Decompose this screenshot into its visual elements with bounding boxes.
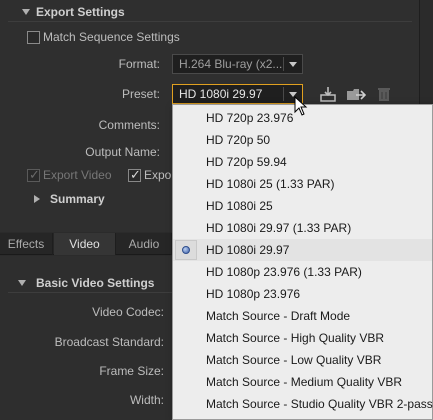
format-value: H.264 Blu-ray (x2... bbox=[179, 57, 283, 71]
preset-select[interactable]: HD 1080i 29.97 bbox=[172, 84, 303, 104]
menu-item-label: HD 1080i 29.97 (1.33 PAR) bbox=[206, 221, 352, 235]
export-audio-checkbox[interactable] bbox=[128, 167, 141, 183]
menu-item-label: Match Source - Low Quality VBR bbox=[206, 353, 382, 367]
menu-item-preset-selected[interactable]: HD 1080i 29.97 bbox=[173, 239, 432, 261]
comments-label: Comments: bbox=[98, 118, 160, 132]
basic-video-title: Basic Video Settings bbox=[36, 276, 155, 290]
summary-title[interactable]: Summary bbox=[50, 192, 105, 206]
match-sequence-checkbox[interactable] bbox=[27, 31, 40, 44]
menu-item-preset[interactable]: Match Source - Low Quality VBR bbox=[173, 349, 432, 371]
export-settings-title: Export Settings bbox=[36, 5, 125, 19]
menu-item-label: HD 720p 50 bbox=[206, 133, 271, 147]
menu-item-label: HD 1080p 23.976 bbox=[206, 287, 301, 301]
collapse-triangle-icon[interactable] bbox=[22, 9, 30, 15]
export-video-checkbox[interactable] bbox=[27, 167, 40, 183]
menu-item-label: HD 1080i 25 bbox=[206, 199, 273, 213]
menu-item-label: Match Source - Medium Quality VBR bbox=[206, 375, 403, 389]
menu-item-preset[interactable]: HD 720p 59.94 bbox=[173, 151, 432, 173]
menu-item-label: Match Source - Draft Mode bbox=[206, 309, 351, 323]
broadcast-standard-label: Broadcast Standard: bbox=[54, 335, 164, 349]
menu-item-label: HD 720p 23.976 bbox=[206, 111, 294, 125]
trash-icon[interactable] bbox=[376, 86, 394, 102]
preset-dropdown-menu: HD 720p 23.976 HD 720p 50 HD 720p 59.94 … bbox=[172, 104, 433, 420]
frame-size-label: Frame Size: bbox=[99, 364, 164, 378]
menu-item-preset[interactable]: HD 1080i 25 bbox=[173, 195, 432, 217]
expand-triangle-icon[interactable] bbox=[34, 195, 40, 203]
tab-audio[interactable]: Audio bbox=[117, 233, 172, 255]
tab-effects[interactable]: Effects bbox=[0, 233, 53, 255]
video-codec-label: Video Codec: bbox=[92, 305, 164, 319]
format-select[interactable]: H.264 Blu-ray (x2... bbox=[172, 54, 303, 74]
import-preset-icon[interactable] bbox=[346, 86, 367, 102]
width-label: Width: bbox=[129, 393, 164, 407]
tab-video[interactable]: Video bbox=[54, 233, 116, 255]
section-divider bbox=[8, 21, 412, 22]
preset-label: Preset: bbox=[121, 87, 160, 101]
export-audio-label: Expor bbox=[144, 168, 176, 182]
menu-item-label: HD 1080p 23.976 (1.33 PAR) bbox=[206, 265, 362, 279]
menu-item-label: HD 1080i 25 (1.33 PAR) bbox=[206, 177, 335, 191]
output-name-label: Output Name: bbox=[85, 145, 160, 159]
menu-item-preset[interactable]: HD 1080i 25 (1.33 PAR) bbox=[173, 173, 432, 195]
menu-item-label: HD 1080i 29.97 bbox=[206, 243, 290, 257]
menu-item-preset[interactable]: Match Source - Studio Quality VBR 2-pass bbox=[173, 393, 433, 415]
menu-item-preset[interactable]: HD 720p 50 bbox=[173, 129, 432, 151]
menu-item-label: Match Source - Studio Quality VBR 2-pass bbox=[206, 397, 433, 411]
preset-value: HD 1080i 29.97 bbox=[179, 87, 263, 101]
menu-item-label: HD 720p 59.94 bbox=[206, 155, 287, 169]
menu-item-preset[interactable]: Match Source - Draft Mode bbox=[173, 305, 432, 327]
save-preset-icon[interactable] bbox=[319, 86, 337, 102]
menu-item-preset[interactable]: HD 1080i 29.97 (1.33 PAR) bbox=[173, 217, 432, 239]
radio-dot-icon bbox=[182, 246, 190, 254]
menu-item-preset[interactable]: Match Source - High Quality VBR bbox=[173, 327, 432, 349]
export-video-label: Export Video bbox=[43, 168, 112, 182]
chevron-down-icon bbox=[289, 62, 297, 67]
selection-indicator bbox=[175, 240, 197, 260]
match-sequence-label: Match Sequence Settings bbox=[43, 30, 180, 44]
menu-item-preset[interactable]: Match Source - Medium Quality VBR bbox=[173, 371, 432, 393]
collapse-triangle-icon[interactable] bbox=[18, 280, 26, 286]
menu-item-preset[interactable]: HD 1080p 23.976 bbox=[173, 283, 432, 305]
mouse-cursor-icon bbox=[294, 95, 308, 119]
format-label: Format: bbox=[118, 57, 160, 71]
menu-item-label: Match Source - High Quality VBR bbox=[206, 331, 385, 345]
menu-item-preset[interactable]: HD 1080p 23.976 (1.33 PAR) bbox=[173, 261, 432, 283]
